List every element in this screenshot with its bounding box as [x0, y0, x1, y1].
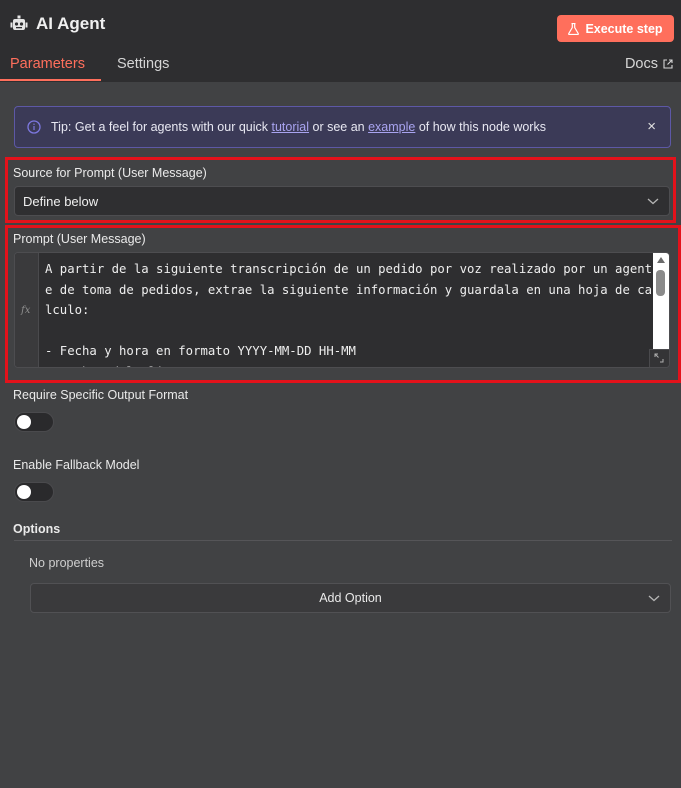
output-format-label: Require Specific Output Format — [13, 388, 189, 402]
options-heading: Options — [13, 522, 61, 536]
chevron-down-icon — [648, 595, 660, 602]
tab-settings[interactable]: Settings — [117, 56, 169, 80]
toggle-knob — [17, 485, 31, 499]
tutorial-link[interactable]: tutorial — [271, 120, 309, 134]
scroll-up-icon[interactable] — [657, 257, 665, 263]
prompt-label: Prompt (User Message) — [13, 232, 146, 246]
source-prompt-select[interactable]: Define below — [14, 186, 670, 216]
tab-bar: Parameters Settings — [0, 56, 681, 82]
robot-icon — [10, 15, 28, 30]
tip-banner: Tip: Get a feel for agents with our quic… — [14, 106, 671, 148]
tip-prefix: Tip: Get a feel for agents with our quic… — [51, 120, 272, 134]
execute-step-label: Execute step — [585, 21, 663, 36]
source-prompt-value: Define below — [23, 193, 99, 209]
scroll-thumb[interactable] — [656, 270, 665, 296]
expand-editor-button[interactable] — [649, 349, 669, 367]
node-header: AI Agent Execute step Parameters Setting… — [0, 0, 681, 82]
docs-link[interactable]: Docs — [625, 56, 673, 72]
close-icon[interactable]: × — [647, 119, 656, 134]
tip-suffix: of how this node works — [415, 120, 546, 134]
options-divider — [14, 540, 672, 541]
title-row: AI Agent — [10, 14, 105, 34]
example-link[interactable]: example — [368, 120, 415, 134]
tip-middle: or see an — [309, 120, 369, 134]
execute-step-button[interactable]: Execute step — [557, 15, 674, 42]
flask-icon — [568, 22, 580, 35]
add-option-label: Add Option — [319, 591, 382, 605]
fallback-toggle[interactable] — [14, 482, 54, 502]
fx-icon: fx — [21, 305, 31, 316]
tab-parameters[interactable]: Parameters — [0, 56, 101, 81]
output-format-toggle[interactable] — [14, 412, 54, 432]
expression-gutter: fx — [15, 253, 39, 367]
tip-text: Tip: Get a feel for agents with our quic… — [51, 120, 546, 134]
no-properties-text: No properties — [29, 556, 105, 570]
fallback-label: Enable Fallback Model — [13, 458, 140, 472]
toggle-knob — [17, 415, 31, 429]
prompt-scrollbar[interactable] — [653, 253, 669, 349]
node-title: AI Agent — [36, 14, 106, 33]
expand-icon — [654, 353, 664, 363]
external-link-icon — [663, 59, 673, 69]
docs-label: Docs — [624, 56, 658, 72]
info-icon — [27, 120, 41, 134]
chevron-down-icon — [647, 198, 659, 205]
prompt-textarea[interactable]: A partir de la siguiente transcripción d… — [45, 259, 655, 367]
add-option-button[interactable]: Add Option — [30, 583, 671, 613]
prompt-editor[interactable]: fx A partir de la siguiente transcripció… — [14, 252, 670, 368]
source-prompt-label: Source for Prompt (User Message) — [13, 166, 207, 180]
